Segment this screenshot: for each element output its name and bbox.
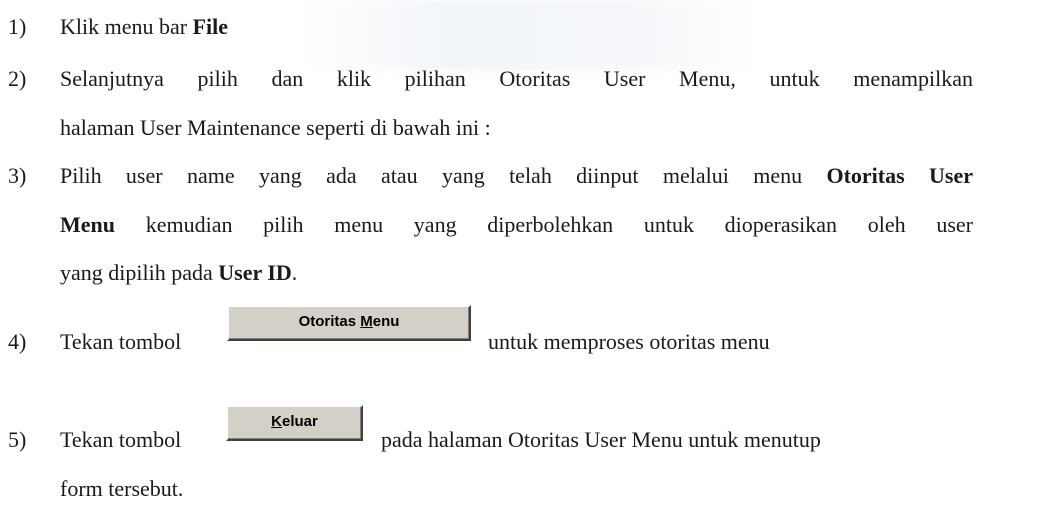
step-5-post: pada halaman Otoritas User Menu untuk me…	[381, 427, 821, 452]
step-3-line-1: Pilih user name yang ada atau yang telah…	[60, 161, 973, 191]
blurred-header-image	[300, 0, 760, 70]
step-3-line-2-bold: Menu	[60, 212, 115, 237]
step-number: 1)	[8, 14, 27, 39]
otoritas-menu-button-mnemonic: M	[360, 313, 373, 330]
step-3-line-3: yang dipilih pada User ID.	[60, 258, 297, 288]
step-3-line-2: Menu kemudian pilih menu yang diperboleh…	[60, 210, 973, 240]
step-3-line-3-post: .	[291, 260, 298, 285]
step-4-post: untuk memproses otoritas menu	[488, 329, 770, 354]
step-5-line-2: form tersebut.	[60, 476, 184, 501]
step-number: 3)	[8, 163, 27, 188]
step-2-line-1: Selanjutnya pilih dan klik pilihan Otori…	[60, 66, 973, 91]
step-number: 4)	[8, 329, 27, 354]
step-5-pre: Tekan tombol	[60, 427, 182, 452]
otoritas-menu-button-label: Otoritas	[298, 313, 361, 330]
step-4-pre: Tekan tombol	[60, 329, 182, 354]
step-1-text-pre: Klik menu bar	[60, 14, 193, 39]
step-3-line-1-bold: Otoritas User	[826, 163, 973, 188]
step-3-line-3-bold: User ID	[218, 260, 292, 285]
keluar-button-label: eluar	[281, 413, 318, 430]
step-3-line-2-post: kemudian pilih menu yang diperbolehkan u…	[115, 212, 973, 237]
keluar-button-mnemonic: K	[271, 413, 282, 430]
step-1-text: Klik menu bar File	[60, 12, 228, 42]
otoritas-menu-button[interactable]: Otoritas Menu	[227, 305, 471, 341]
step-number: 5)	[8, 427, 27, 452]
keluar-button[interactable]: Keluar	[226, 405, 363, 441]
step-1-text-bold: File	[192, 14, 229, 39]
step-3-line-1-pre: Pilih user name yang ada atau yang telah…	[60, 163, 827, 188]
document-page: 1) Klik menu bar File 2) Selanjutnya pil…	[0, 0, 1052, 517]
step-3-line-3-pre: yang dipilih pada	[60, 260, 219, 285]
otoritas-menu-button-label-rest: enu	[372, 313, 400, 330]
step-2-line-2: halaman User Maintenance seperti di bawa…	[60, 115, 491, 140]
step-number: 2)	[8, 66, 27, 91]
